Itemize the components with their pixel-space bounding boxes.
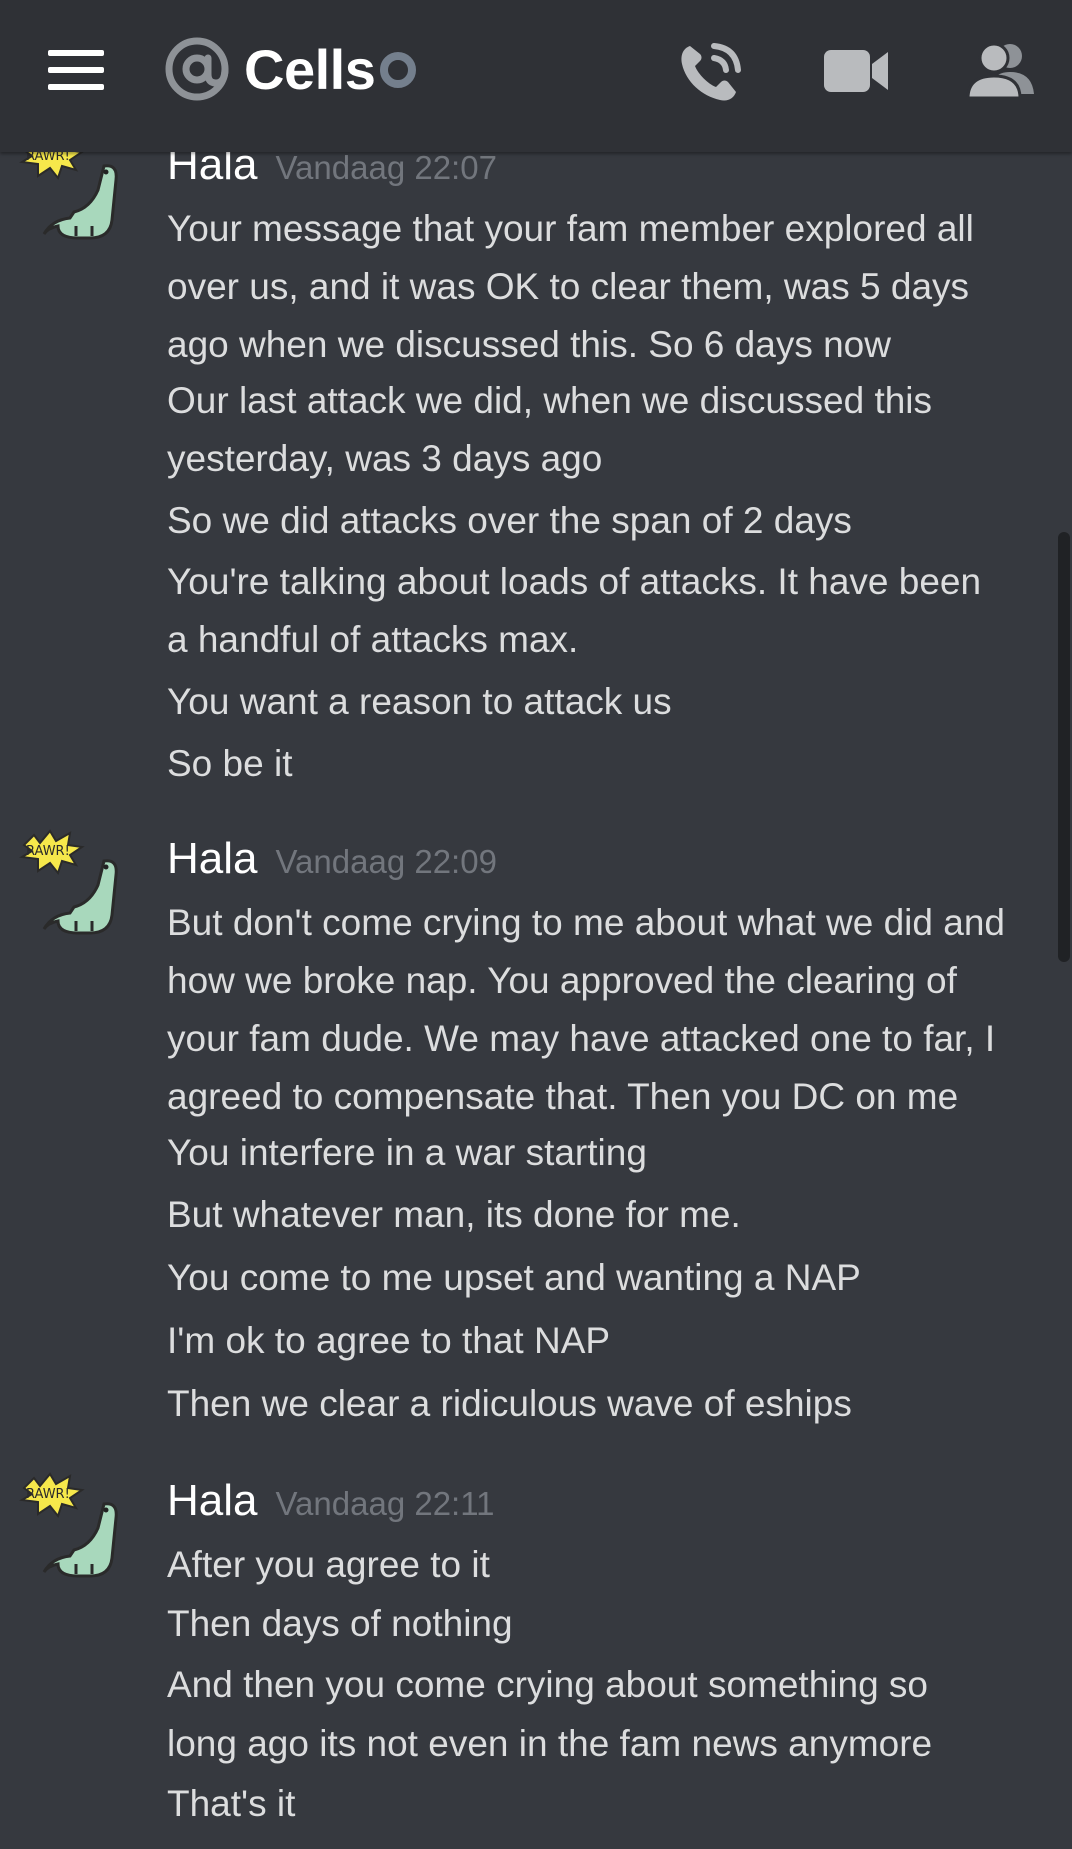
message-line: ago when we discussed this. So 6 days no… — [167, 324, 891, 365]
video-camera-icon[interactable] — [820, 38, 892, 104]
message-line: how we broke nap. You approved the clear… — [167, 960, 957, 1001]
message-line: You interfere in a war starting — [167, 1132, 647, 1173]
message-line: over us, and it was OK to clear them, wa… — [167, 266, 970, 307]
at-icon — [165, 37, 229, 101]
message-line: Then we clear a ridiculous wave of eship… — [167, 1383, 852, 1424]
message-line: After you agree to it — [167, 1544, 490, 1585]
message-line: So be it — [167, 743, 293, 784]
message-line: a handful of attacks max. — [167, 619, 579, 660]
menu-icon[interactable] — [48, 50, 104, 90]
message-line: Our last attack we did, when we discusse… — [167, 380, 933, 421]
message-line: And then you come crying about something… — [167, 1664, 929, 1705]
message-line: So we did attacks over the span of 2 day… — [167, 500, 852, 541]
members-icon[interactable] — [964, 38, 1038, 104]
scrollbar[interactable] — [1058, 532, 1070, 962]
message-line: You want a reason to attack us — [167, 681, 672, 722]
channel-title: Cells — [244, 38, 376, 101]
chat-screen: Cells RAWR! Hala Vandaag 22:07 Your mess… — [0, 0, 1072, 1849]
message-line: But whatever man, its done for me. — [167, 1194, 741, 1235]
message-line: You're talking about loads of attacks. I… — [167, 561, 982, 602]
message-line: But don't come crying to me about what w… — [167, 902, 1005, 943]
avatar-badge-text: RAWR! — [26, 844, 70, 859]
message-author[interactable]: Hala — [167, 1476, 258, 1525]
message-line: agreed to compensate that. Then you DC o… — [167, 1076, 959, 1117]
avatar-dinosaur-icon[interactable]: RAWR! — [18, 825, 130, 937]
message-timestamp: Vandaag 22:11 — [275, 1485, 495, 1522]
message-line: I'm ok to agree to that NAP — [167, 1320, 611, 1361]
channel-header: Cells — [0, 0, 1072, 152]
message-line: yesterday, was 3 days ago — [167, 438, 603, 479]
avatar-badge-text: RAWR! — [26, 1487, 70, 1502]
phone-call-icon[interactable] — [676, 38, 748, 104]
message-line: Then days of nothing — [167, 1603, 513, 1644]
message-line: Your message that your fam member explor… — [167, 208, 974, 249]
message-author[interactable]: Hala — [167, 834, 258, 883]
message-line: That's it — [167, 1783, 296, 1824]
message-line: long ago its not even in the fam news an… — [167, 1723, 933, 1764]
avatar-dinosaur-icon[interactable]: RAWR! — [18, 1468, 130, 1580]
message-timestamp: Vandaag 22:07 — [275, 149, 497, 186]
status-icon — [380, 52, 416, 88]
message-timestamp: Vandaag 22:09 — [275, 843, 497, 880]
message-line: your fam dude. We may have attacked one … — [167, 1018, 996, 1059]
message-line: You come to me upset and wanting a NAP — [167, 1257, 861, 1298]
